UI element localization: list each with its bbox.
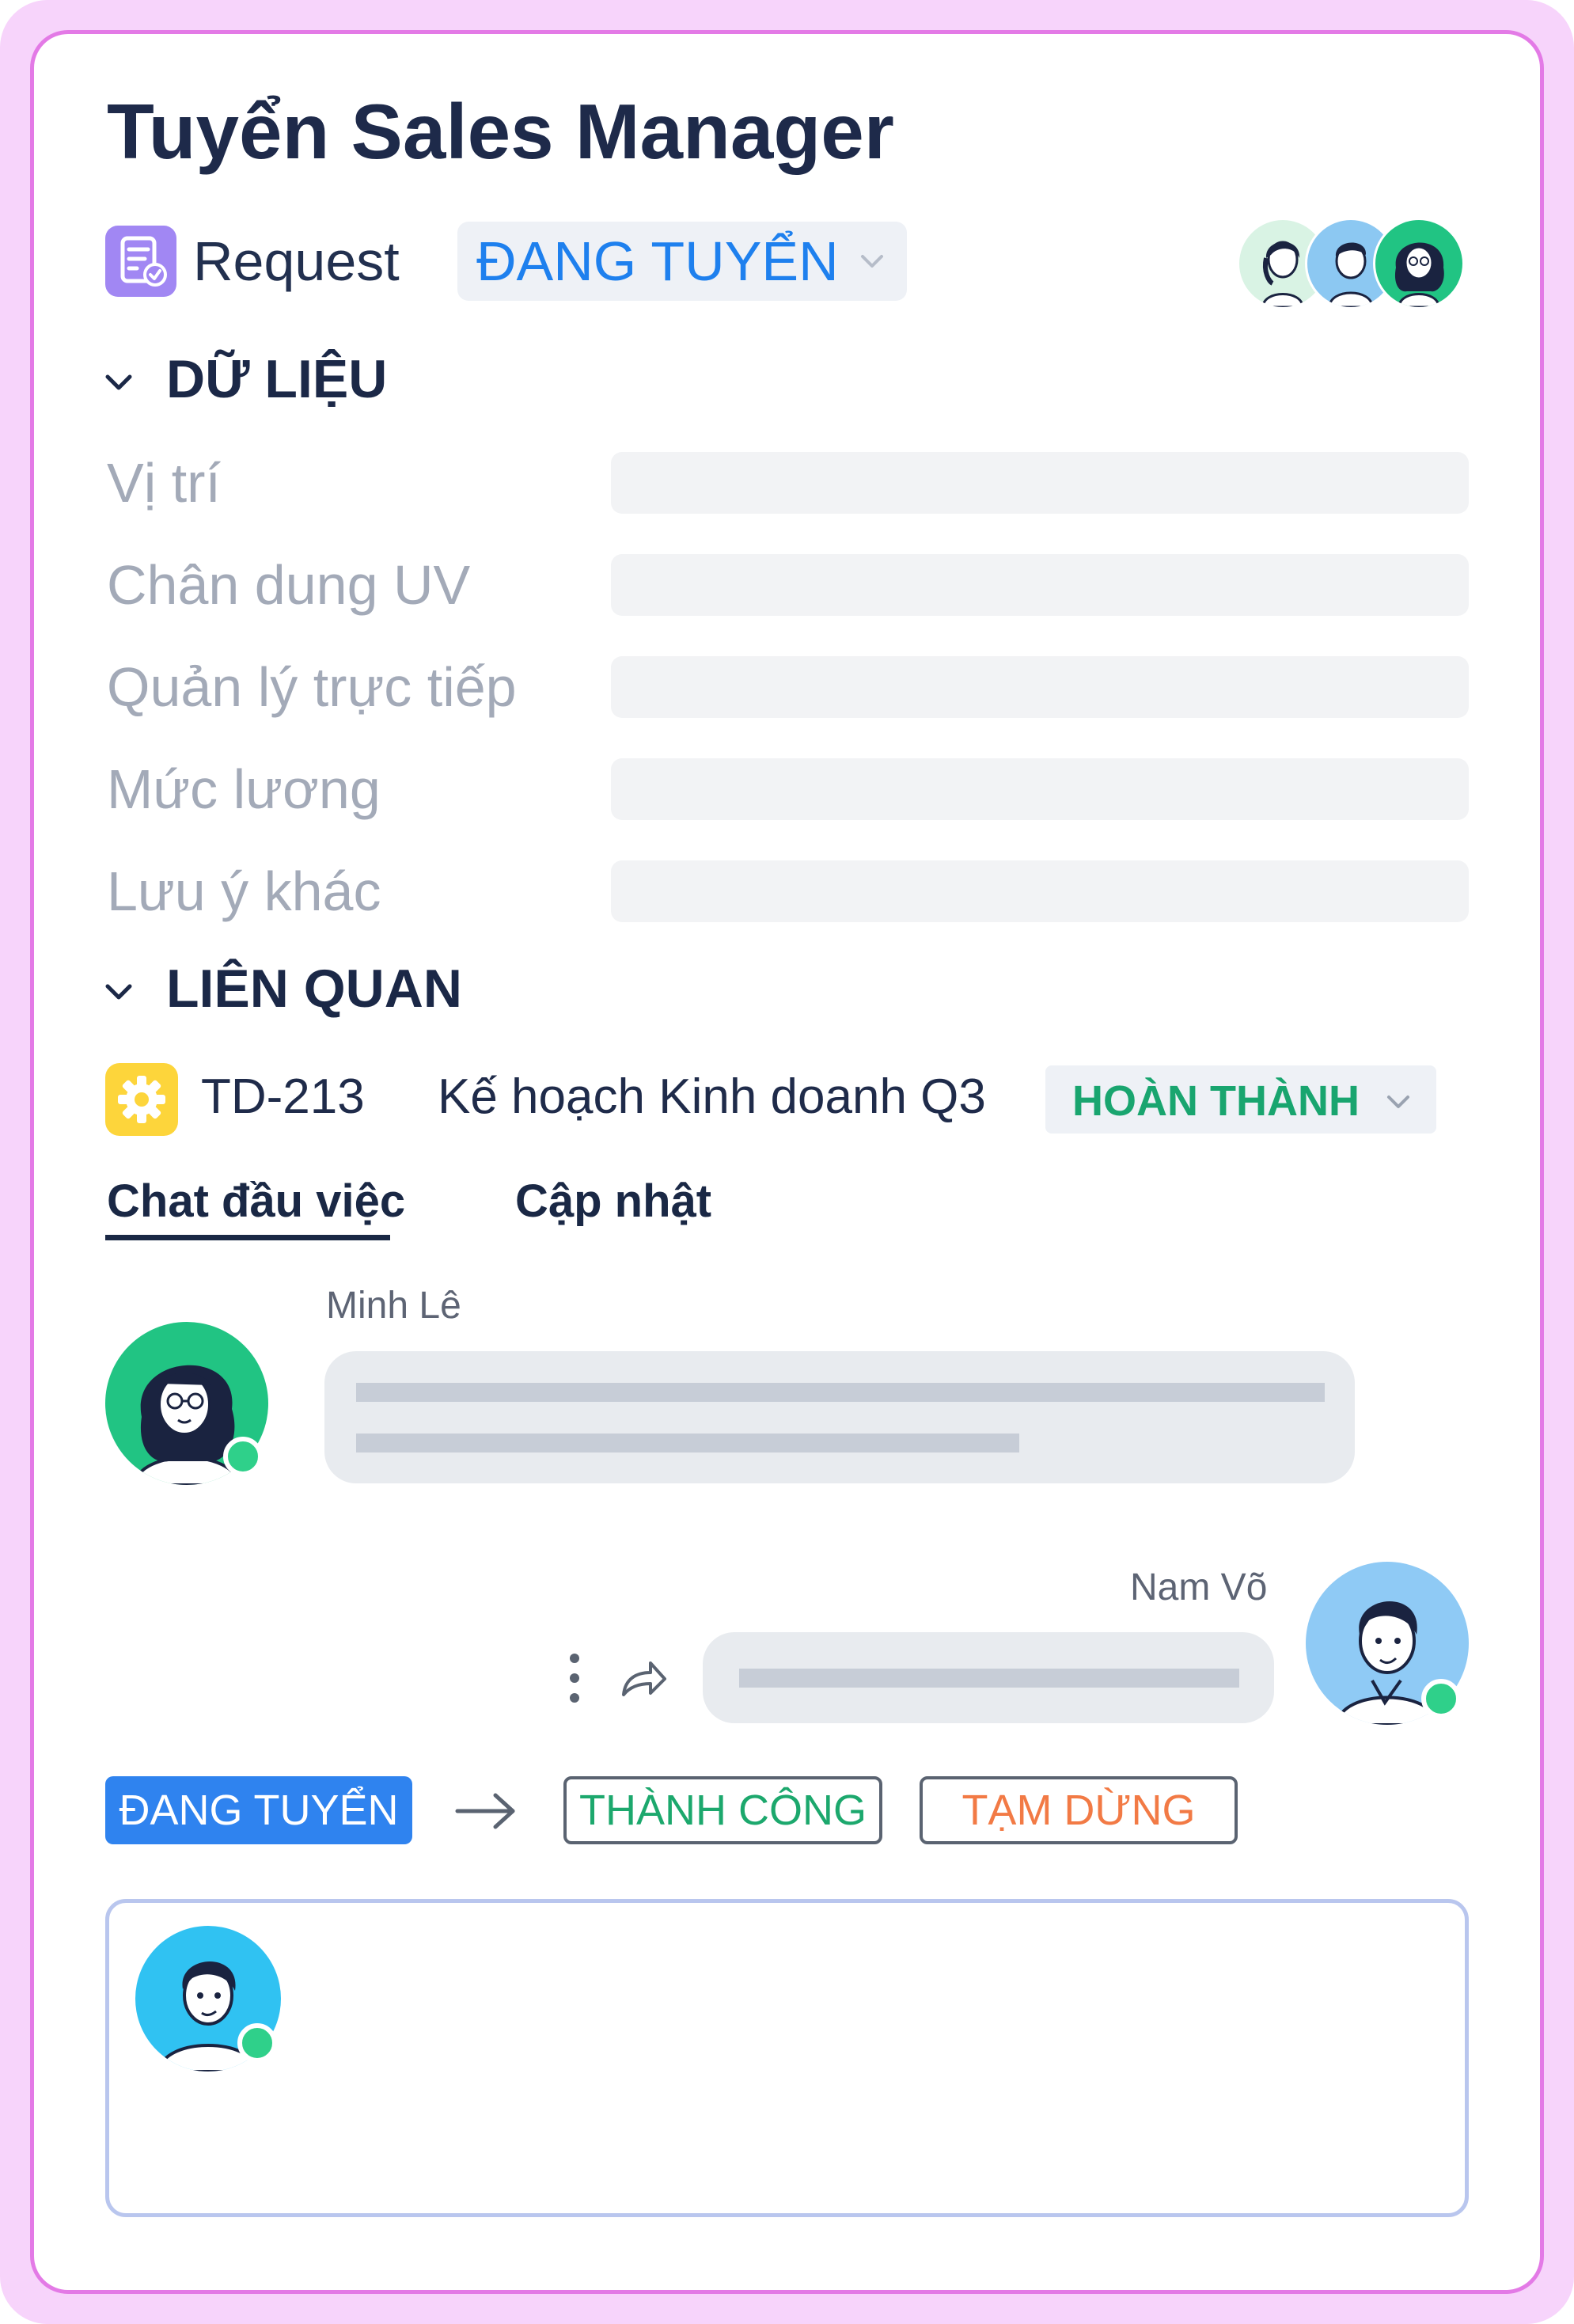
field-label-position: Vị trí	[107, 452, 221, 514]
chevron-down-icon	[856, 245, 888, 281]
message-text-placeholder	[356, 1383, 1325, 1402]
field-input-direct-manager[interactable]	[611, 656, 1469, 718]
active-tab-indicator	[105, 1235, 390, 1240]
chevron-down-icon	[1384, 1088, 1413, 1120]
more-vertical-icon[interactable]	[559, 1650, 590, 1706]
online-status-dot	[1421, 1679, 1461, 1718]
gear-icon	[105, 1063, 178, 1136]
status-dropdown-value: ĐANG TUYỂN	[476, 230, 839, 292]
watchers-avatars[interactable]	[1237, 218, 1466, 309]
tab-task-chat[interactable]: Chat đầu việc	[107, 1175, 405, 1228]
section-related-title: LIÊN QUAN	[166, 959, 462, 1019]
status-chip-success[interactable]: THÀNH CÔNG	[563, 1776, 882, 1844]
message-bubble[interactable]	[324, 1351, 1355, 1483]
chevron-down-icon	[103, 348, 135, 410]
request-document-icon	[105, 226, 176, 297]
field-label-salary: Mức lương	[107, 758, 381, 820]
related-status-dropdown[interactable]: HOÀN THÀNH	[1045, 1065, 1436, 1134]
forward-icon[interactable]	[619, 1657, 668, 1701]
request-type-label: Request	[193, 230, 400, 292]
field-input-position[interactable]	[611, 452, 1469, 514]
page-title: Tuyển Sales Manager	[107, 88, 894, 175]
field-label-candidate-profile: Chân dung UV	[107, 554, 471, 616]
field-label-direct-manager: Quản lý trực tiếp	[107, 656, 517, 718]
message-composer[interactable]	[105, 1899, 1469, 2217]
message-bubble[interactable]	[703, 1632, 1274, 1723]
online-status-dot	[237, 2023, 277, 2063]
status-dropdown[interactable]: ĐANG TUYỂN	[457, 222, 907, 301]
field-input-salary[interactable]	[611, 758, 1469, 820]
arrow-right-icon	[454, 1787, 519, 1835]
related-item-id[interactable]: TD-213	[201, 1069, 365, 1125]
field-input-candidate-profile[interactable]	[611, 554, 1469, 616]
field-label-other-notes: Lưu ý khác	[107, 860, 381, 922]
chevron-down-icon	[103, 958, 135, 1020]
section-related-toggle[interactable]: LIÊN QUAN	[103, 958, 462, 1020]
section-data-toggle[interactable]: DỮ LIỆU	[103, 348, 387, 410]
section-data-title: DỮ LIỆU	[166, 349, 388, 409]
related-status-value: HOÀN THÀNH	[1072, 1077, 1360, 1125]
status-chip-paused[interactable]: TẠM DỪNG	[920, 1776, 1238, 1844]
tab-updates[interactable]: Cập nhật	[515, 1175, 711, 1228]
message-text-placeholder	[739, 1669, 1239, 1688]
field-input-other-notes[interactable]	[611, 860, 1469, 922]
status-chip-current[interactable]: ĐANG TUYỂN	[105, 1776, 412, 1844]
online-status-dot	[223, 1437, 263, 1476]
related-item-name[interactable]: Kế hoạch Kinh doanh Q3	[438, 1069, 986, 1125]
message-text-placeholder	[356, 1434, 1019, 1452]
message-sender-name: Minh Lê	[326, 1285, 461, 1327]
avatar-watcher-3[interactable]	[1373, 218, 1465, 309]
message-sender-name: Nam Võ	[1130, 1566, 1268, 1608]
